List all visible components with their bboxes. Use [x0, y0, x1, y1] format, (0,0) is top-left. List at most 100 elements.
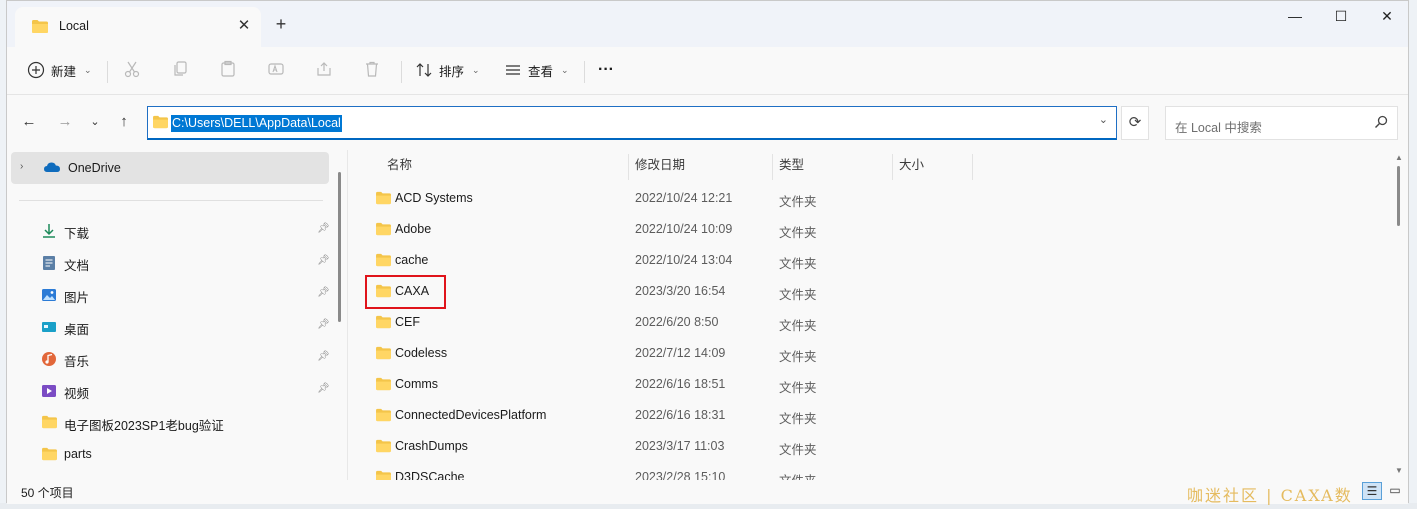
column-header-size[interactable]: 大小	[899, 150, 924, 180]
view-icon	[504, 61, 522, 79]
sort-label: 排序	[439, 64, 465, 79]
sort-icon	[415, 61, 433, 79]
column-header-type[interactable]: 类型	[779, 150, 804, 180]
pin-icon[interactable]: 📌︎	[317, 351, 330, 362]
address-bar[interactable]: C:\Users\DELL\AppData\Local ⌄	[147, 106, 1117, 140]
folder-icon	[375, 253, 392, 267]
minimize-button[interactable]: —	[1272, 1, 1318, 33]
sidebar-item-folder-bug-verify[interactable]: 电子图板2023SP1老bug验证	[11, 407, 331, 439]
pin-icon[interactable]: 📌︎	[317, 223, 330, 234]
column-header-name[interactable]: 名称	[387, 150, 412, 180]
forward-arrow-icon[interactable]: →	[53, 110, 77, 134]
sidebar-item-label: 电子图板2023SP1老bug验证	[64, 419, 224, 433]
scroll-down-arrow-icon[interactable]: ▼	[1395, 466, 1403, 475]
tab-local[interactable]: Local ✕	[15, 7, 261, 47]
column-divider[interactable]	[628, 154, 629, 180]
address-path-text[interactable]: C:\Users\DELL\AppData\Local	[171, 115, 342, 132]
file-row[interactable]: CrashDumps 2023/3/17 11:03 文件夹	[355, 431, 1395, 462]
sidebar-item-videos[interactable]: 视频 📌︎	[11, 375, 331, 407]
back-arrow-icon[interactable]: ←	[17, 110, 41, 134]
chevron-down-icon[interactable]: ⌄	[1099, 113, 1108, 126]
file-row[interactable]: Adobe 2022/10/24 10:09 文件夹	[355, 214, 1395, 245]
column-divider[interactable]	[972, 154, 973, 180]
file-row[interactable]: D3DSCache 2023/2/28 15:10 文件夹	[355, 462, 1395, 480]
pin-icon[interactable]: 📌︎	[317, 255, 330, 266]
file-name: CrashDumps	[395, 439, 468, 453]
file-modified-date: 2022/6/16 18:51	[635, 377, 726, 391]
pin-icon[interactable]: 📌︎	[317, 383, 330, 394]
pane-divider[interactable]	[347, 150, 348, 480]
desktop-icon	[41, 319, 57, 335]
recent-locations-chevron-icon[interactable]: ⌄	[83, 110, 107, 134]
file-row[interactable]: ACD Systems 2022/10/24 12:21 文件夹	[355, 183, 1395, 214]
file-row[interactable]: ConnectedDevicesPlatform 2022/6/16 18:31 文…	[355, 400, 1395, 431]
paste-icon[interactable]	[219, 60, 239, 80]
status-bar: 50 个项目 咖迷社区 | CAXA数 ☰ ▭	[7, 480, 1408, 505]
sidebar-scrollbar[interactable]	[338, 172, 341, 322]
file-name: cache	[395, 253, 429, 267]
file-modified-date: 2023/2/28 15:10	[635, 470, 726, 480]
column-divider[interactable]	[892, 154, 893, 180]
cloud-icon	[43, 161, 61, 173]
file-type: 文件夹	[779, 288, 817, 302]
chevron-right-icon[interactable]: ›	[20, 161, 23, 172]
folder-icon	[375, 439, 392, 453]
sidebar-item-desktop[interactable]: 桌面 📌︎	[11, 311, 331, 343]
file-list-scrollbar[interactable]	[1397, 166, 1400, 226]
folder-icon	[375, 470, 392, 480]
file-type: 文件夹	[779, 195, 817, 209]
sidebar-item-downloads[interactable]: 下载 📌︎	[11, 215, 331, 247]
tab-close-icon[interactable]: ✕	[233, 15, 255, 37]
up-arrow-icon[interactable]: ↑	[112, 110, 136, 134]
sidebar-item-onedrive[interactable]: › OneDrive	[11, 152, 329, 184]
navigation-bar: ← → ⌄ ↑ C:\Users\DELL\AppData\Local ⌄ ⟳ …	[7, 96, 1408, 150]
scroll-up-arrow-icon[interactable]: ▲	[1395, 153, 1403, 162]
sidebar-item-parts[interactable]: parts	[11, 439, 331, 471]
column-header-modified[interactable]: 修改日期	[635, 150, 685, 180]
details-view-button[interactable]: ☰	[1362, 482, 1382, 500]
file-type: 文件夹	[779, 350, 817, 364]
view-button[interactable]: 查看 ⌄	[504, 55, 569, 85]
search-box[interactable]: 在 Local 中搜索	[1165, 106, 1398, 140]
cut-icon[interactable]	[123, 60, 143, 80]
new-tab-button[interactable]: +	[269, 13, 293, 37]
sidebar-item-music[interactable]: 音乐 📌︎	[11, 343, 331, 375]
title-bar: Local ✕ + — ☐ ✕	[7, 1, 1408, 47]
sort-ascending-icon: ^	[501, 150, 506, 155]
sidebar-item-label: parts	[64, 447, 92, 461]
file-row[interactable]: CEF 2022/6/20 8:50 文件夹	[355, 307, 1395, 338]
share-icon[interactable]	[315, 60, 335, 80]
watermark-text: 咖迷社区 | CAXA数	[1187, 486, 1353, 505]
close-button[interactable]: ✕	[1364, 1, 1410, 33]
file-name: Adobe	[395, 222, 432, 236]
file-row[interactable]: CAXA 2023/3/20 16:54 文件夹	[355, 276, 1395, 307]
sidebar-item-pictures[interactable]: 图片 📌︎	[11, 279, 331, 311]
pin-icon[interactable]: 📌︎	[317, 287, 330, 298]
maximize-button[interactable]: ☐	[1318, 1, 1364, 33]
folder-icon	[41, 447, 57, 463]
rename-icon[interactable]	[267, 60, 287, 80]
more-options-button[interactable]: ···	[598, 55, 614, 85]
sidebar-item-documents[interactable]: 文档 📌︎	[11, 247, 331, 279]
file-row[interactable]: cache 2022/10/24 13:04 文件夹	[355, 245, 1395, 276]
delete-icon[interactable]	[363, 60, 383, 80]
folder-icon	[31, 19, 49, 34]
tiles-view-button[interactable]: ▭	[1385, 482, 1405, 500]
column-divider[interactable]	[772, 154, 773, 180]
refresh-icon[interactable]: ⟳	[1121, 106, 1149, 140]
videos-icon	[41, 383, 57, 399]
tab-title: Local	[59, 19, 89, 33]
sort-button[interactable]: 排序 ⌄	[415, 55, 480, 85]
file-modified-date: 2022/10/24 13:04	[635, 253, 733, 267]
search-icon[interactable]	[1374, 115, 1388, 129]
folder-icon	[375, 191, 392, 205]
file-type: 文件夹	[779, 226, 817, 240]
file-row[interactable]: Comms 2022/6/16 18:51 文件夹	[355, 369, 1395, 400]
new-button[interactable]: 新建 ⌄	[27, 55, 92, 85]
sidebar-item-label: 图片	[64, 291, 90, 305]
pin-icon[interactable]: 📌︎	[317, 319, 330, 330]
sidebar-item-label: 文档	[64, 259, 90, 273]
file-list: ^ 名称 修改日期 类型 大小 ACD Systems 2022/10/24 12…	[355, 150, 1400, 480]
file-row[interactable]: Codeless 2022/7/12 14:09 文件夹	[355, 338, 1395, 369]
copy-icon[interactable]	[171, 60, 191, 80]
